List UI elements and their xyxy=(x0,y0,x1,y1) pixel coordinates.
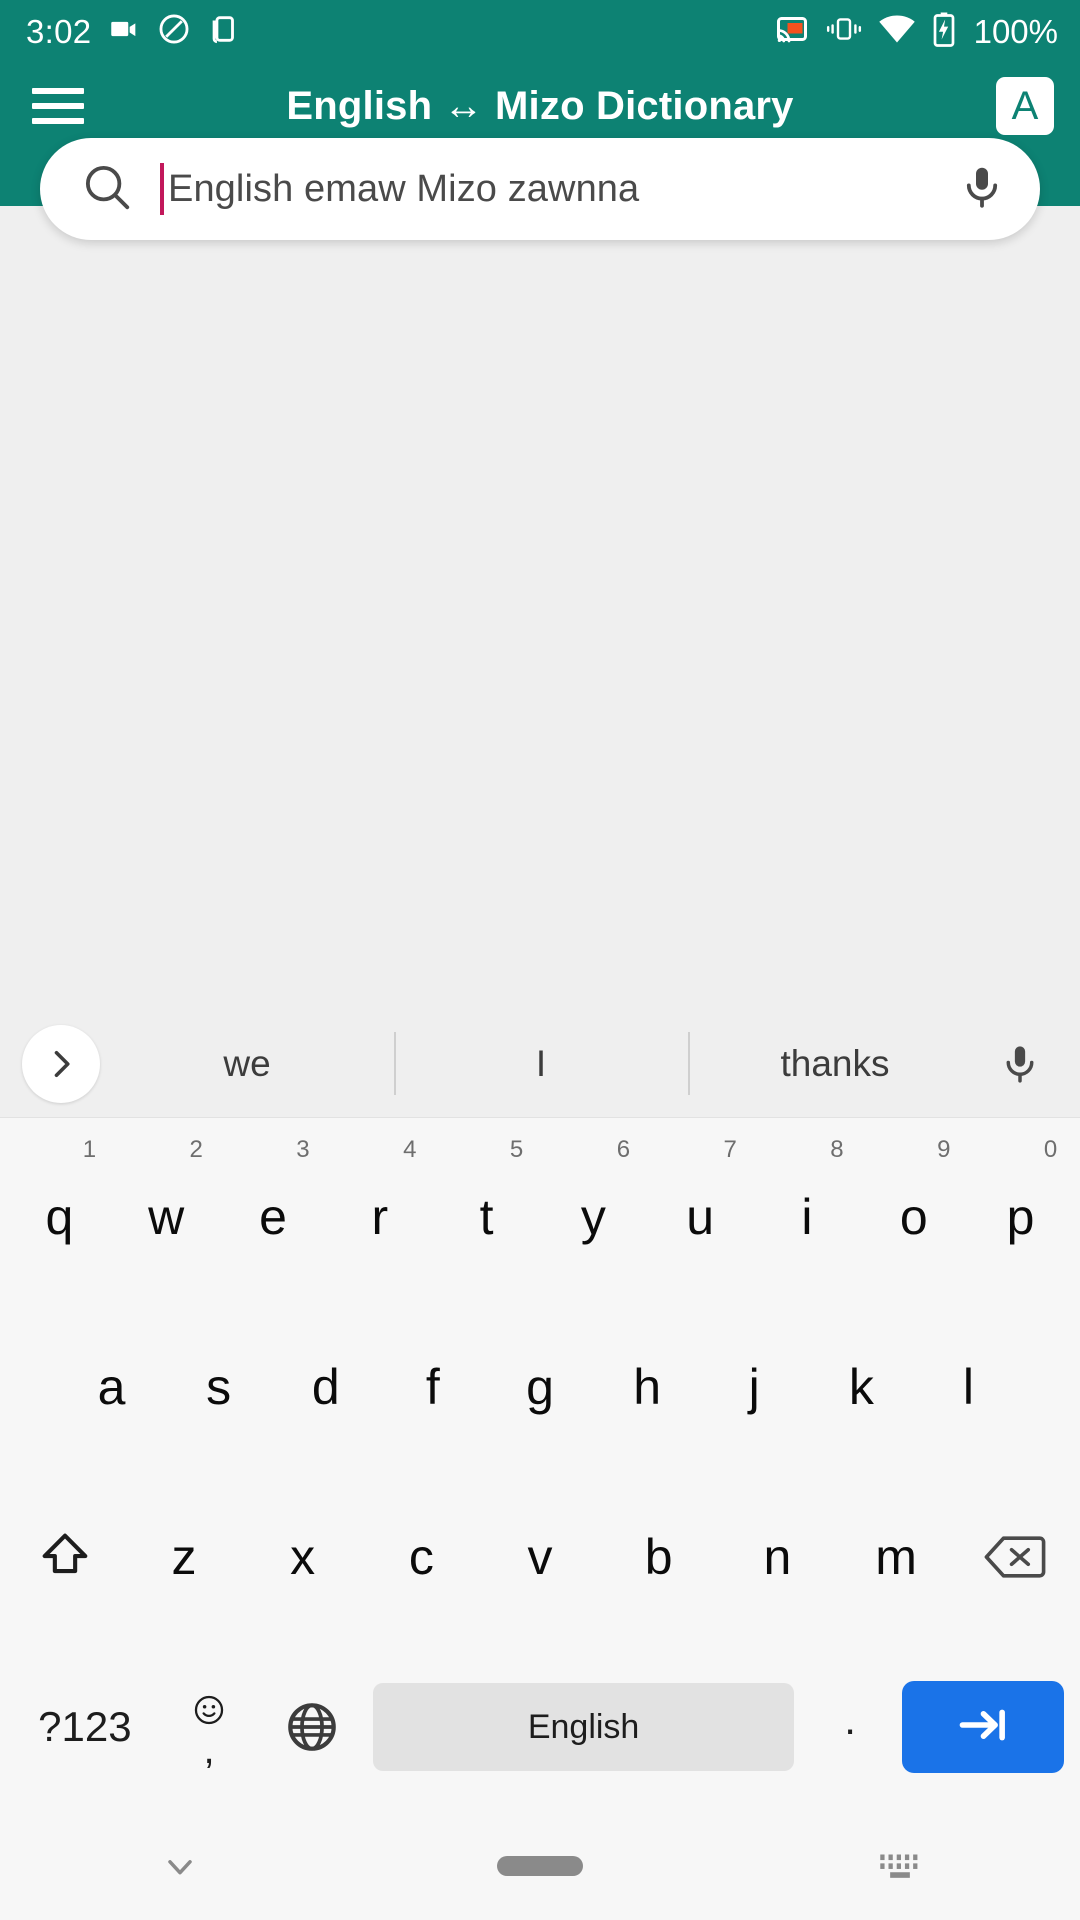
chevron-right-icon[interactable] xyxy=(22,1024,100,1103)
vibrate-icon xyxy=(826,13,862,50)
key-label: y xyxy=(580,1189,606,1245)
app-bar: English ↔ Mizo Dictionary A xyxy=(0,62,1080,150)
key-x[interactable]: x xyxy=(243,1472,362,1642)
chevron-down-hide-keyboard-icon[interactable] xyxy=(0,1846,360,1886)
key-label: p xyxy=(1006,1189,1035,1245)
battery-charging-icon xyxy=(932,11,956,52)
key-t[interactable]: 5t xyxy=(433,1132,540,1302)
keyboard-switcher-icon[interactable] xyxy=(720,1849,1080,1883)
key-n[interactable]: n xyxy=(718,1472,837,1642)
key-c[interactable]: c xyxy=(362,1472,481,1642)
results-area xyxy=(0,206,1080,1010)
key-hint: 2 xyxy=(189,1136,203,1163)
key-a[interactable]: a xyxy=(58,1302,165,1472)
battery-percent: 100% xyxy=(973,12,1058,50)
key-hint: 4 xyxy=(403,1136,417,1163)
key-i[interactable]: 8i xyxy=(754,1132,861,1302)
key-hint: 1 xyxy=(82,1136,97,1163)
page-title: English ↔ Mizo Dictionary xyxy=(286,83,794,128)
search-placeholder: English emaw Mizo zawnna xyxy=(168,167,640,210)
suggestion-item[interactable]: thanks xyxy=(688,1010,982,1117)
key-q[interactable]: 1q xyxy=(6,1132,113,1302)
video-camera-icon xyxy=(107,12,141,51)
keyboard-row-2: a s d f g h j k l xyxy=(6,1302,1074,1472)
key-label: t xyxy=(479,1189,494,1245)
wifi-icon xyxy=(878,13,916,50)
key-hint: 8 xyxy=(830,1136,844,1163)
font-size-button[interactable]: A xyxy=(996,77,1054,135)
key-d[interactable]: d xyxy=(272,1302,379,1472)
key-m[interactable]: m xyxy=(837,1472,956,1642)
key-symbols-toggle[interactable]: ?123 xyxy=(12,1703,158,1751)
suggestion-list: we I thanks xyxy=(100,1010,982,1117)
key-label: r xyxy=(371,1189,389,1245)
keyboard-row-3: z x c v b n m xyxy=(6,1472,1074,1642)
shift-up-arrow-icon[interactable] xyxy=(6,1472,125,1642)
key-j[interactable]: j xyxy=(701,1302,808,1472)
key-hint: 5 xyxy=(509,1136,524,1163)
keyboard-row-4: ?123 , English . xyxy=(6,1642,1074,1812)
key-s[interactable]: s xyxy=(165,1302,272,1472)
key-label: w xyxy=(148,1189,185,1245)
app-root: 3:02 100% English ↔ Mizo Dictionary A En… xyxy=(0,0,1080,1920)
system-navigation-bar xyxy=(0,1812,1080,1920)
key-comma-label: , xyxy=(203,1727,215,1772)
status-bar-left: 3:02 xyxy=(26,12,241,51)
key-spacebar[interactable]: English xyxy=(372,1683,795,1771)
status-clock: 3:02 xyxy=(26,12,92,50)
key-label: u xyxy=(686,1189,715,1245)
key-h[interactable]: h xyxy=(594,1302,701,1472)
status-bar-right: 100% xyxy=(774,11,1058,52)
key-label: o xyxy=(899,1189,928,1245)
key-e[interactable]: 3e xyxy=(220,1132,327,1302)
emoji-smiley-icon xyxy=(192,1693,226,1732)
status-bar: 3:02 100% xyxy=(0,0,1080,62)
search-input[interactable]: English emaw Mizo zawnna xyxy=(160,138,958,240)
key-b[interactable]: b xyxy=(599,1472,718,1642)
key-p[interactable]: 0p xyxy=(967,1132,1074,1302)
key-label: e xyxy=(259,1189,287,1245)
key-hint: 0 xyxy=(1043,1136,1058,1163)
do-not-disturb-icon xyxy=(157,12,191,51)
tab-next-arrow-icon xyxy=(955,1697,1011,1758)
key-period[interactable]: . xyxy=(804,1696,896,1758)
key-w[interactable]: 2w xyxy=(113,1132,220,1302)
suggestion-item[interactable]: we xyxy=(100,1010,394,1117)
key-rows: 1q 2w 3e 4r 5t 6y 7u 8i 9o 0p a s d f g … xyxy=(0,1118,1080,1812)
key-label: q xyxy=(45,1189,74,1245)
key-f[interactable]: f xyxy=(379,1302,486,1472)
key-emoji-comma[interactable]: , xyxy=(158,1693,261,1772)
home-pill-icon[interactable] xyxy=(360,1856,720,1876)
search-icon xyxy=(80,160,134,219)
keyboard-microphone-icon[interactable] xyxy=(982,1042,1058,1086)
multi-window-icon xyxy=(207,12,241,51)
key-z[interactable]: z xyxy=(125,1472,244,1642)
key-hint: 3 xyxy=(296,1136,310,1163)
suggestion-item[interactable]: I xyxy=(394,1010,688,1117)
keyboard-row-1: 1q 2w 3e 4r 5t 6y 7u 8i 9o 0p xyxy=(6,1132,1074,1302)
key-hint: 9 xyxy=(937,1136,951,1163)
text-caret xyxy=(160,163,164,215)
microphone-icon[interactable] xyxy=(958,163,1006,216)
key-r[interactable]: 4r xyxy=(326,1132,433,1302)
backspace-delete-icon[interactable] xyxy=(955,1472,1074,1642)
key-hint: 6 xyxy=(616,1136,631,1163)
suggestion-strip: we I thanks xyxy=(0,1010,1080,1118)
key-y[interactable]: 6y xyxy=(540,1132,647,1302)
key-g[interactable]: g xyxy=(486,1302,593,1472)
search-area: English emaw Mizo zawnna xyxy=(0,138,1080,240)
key-o[interactable]: 9o xyxy=(860,1132,967,1302)
key-hint: 7 xyxy=(723,1136,737,1163)
key-u[interactable]: 7u xyxy=(647,1132,754,1302)
on-screen-keyboard: we I thanks 1q 2w 3e 4r 5t 6y 7u 8i 9o 0… xyxy=(0,1010,1080,1812)
search-bar[interactable]: English emaw Mizo zawnna xyxy=(40,138,1040,240)
key-label: i xyxy=(801,1189,813,1245)
hamburger-menu-icon[interactable] xyxy=(32,84,84,128)
cast-icon xyxy=(774,11,810,52)
key-l[interactable]: l xyxy=(915,1302,1022,1472)
key-k[interactable]: k xyxy=(808,1302,915,1472)
globe-language-icon[interactable] xyxy=(260,1699,363,1755)
key-v[interactable]: v xyxy=(481,1472,600,1642)
key-enter-next[interactable] xyxy=(901,1681,1064,1773)
